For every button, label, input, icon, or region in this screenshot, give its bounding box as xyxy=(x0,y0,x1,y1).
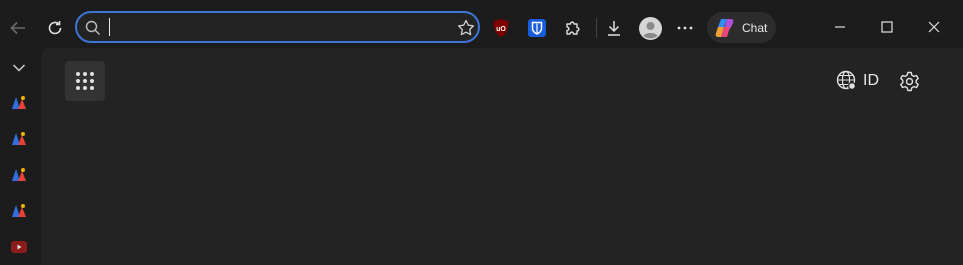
puzzle-icon xyxy=(566,21,580,35)
apps-launcher-button[interactable] xyxy=(65,61,105,101)
sidebar-item-app-4[interactable] xyxy=(10,202,28,220)
close-icon xyxy=(928,21,940,33)
sidebar xyxy=(0,48,40,265)
bitwarden-icon xyxy=(528,19,546,37)
ublock-extension-button[interactable]: uO xyxy=(490,17,512,39)
settings-button[interactable] xyxy=(897,69,921,93)
svg-text:uO: uO xyxy=(496,26,506,33)
profile-button[interactable] xyxy=(638,16,662,40)
sidebar-collapse-button[interactable] xyxy=(10,59,28,77)
copilot-chat-button[interactable]: Chat xyxy=(707,12,776,43)
chat-label: Chat xyxy=(742,20,768,35)
sidebar-item-app-2[interactable] xyxy=(10,130,28,148)
minimize-icon xyxy=(835,26,845,28)
apps-grid-icon xyxy=(76,72,94,90)
avatar-icon xyxy=(638,16,662,40)
download-icon xyxy=(608,21,620,36)
address-bar[interactable] xyxy=(75,11,480,43)
app-shortcut-icon xyxy=(12,132,26,145)
globe-icon xyxy=(836,70,856,90)
refresh-icon xyxy=(48,21,62,35)
star-icon[interactable] xyxy=(456,18,476,38)
back-button[interactable] xyxy=(6,16,30,40)
address-input[interactable] xyxy=(107,17,447,37)
new-tab-page xyxy=(41,48,963,265)
close-button[interactable] xyxy=(920,14,948,40)
maximize-icon xyxy=(881,21,893,33)
downloads-button[interactable] xyxy=(603,17,625,39)
app-shortcut-icon xyxy=(12,204,26,217)
gear-icon xyxy=(899,71,919,91)
back-arrow-icon xyxy=(10,21,25,35)
sidebar-item-youtube[interactable] xyxy=(10,238,28,256)
language-code: ID xyxy=(863,71,879,89)
copilot-icon xyxy=(715,18,734,37)
more-icon xyxy=(677,26,693,30)
language-selector[interactable]: ID xyxy=(836,70,879,91)
app-shortcut-icon xyxy=(12,168,26,181)
refresh-button[interactable] xyxy=(43,16,67,40)
sidebar-item-app-3[interactable] xyxy=(10,166,28,184)
sidebar-item-app-1[interactable] xyxy=(10,94,28,112)
extensions-button[interactable] xyxy=(562,17,584,39)
chevron-down-icon xyxy=(12,64,26,72)
maximize-button[interactable] xyxy=(873,14,901,40)
toolbar-divider xyxy=(596,18,597,38)
text-caret xyxy=(109,18,110,36)
youtube-icon xyxy=(11,241,27,253)
bitwarden-extension-button[interactable] xyxy=(526,17,548,39)
app-shortcut-icon xyxy=(12,96,26,109)
more-button[interactable] xyxy=(674,17,696,39)
ublock-origin-icon: uO xyxy=(493,19,509,37)
minimize-button[interactable] xyxy=(826,14,854,40)
search-icon xyxy=(85,20,100,35)
